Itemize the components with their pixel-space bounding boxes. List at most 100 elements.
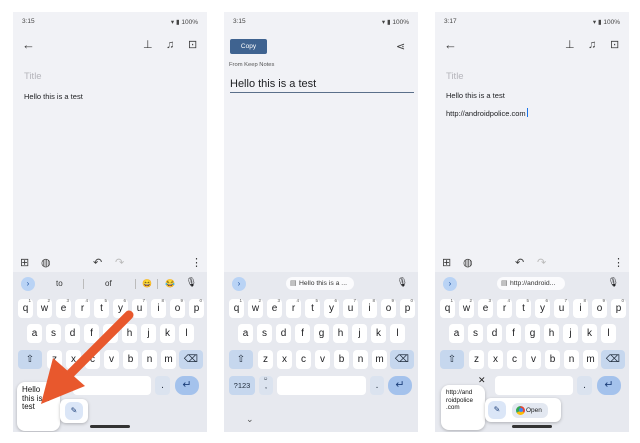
microphone-icon[interactable]: 🎙 bbox=[608, 277, 619, 288]
key-h[interactable]: h bbox=[333, 324, 348, 343]
note-title-placeholder[interactable]: Title bbox=[446, 71, 464, 82]
pin-icon[interactable]: ⊥ bbox=[565, 38, 575, 52]
key-b[interactable]: b bbox=[545, 350, 560, 369]
clipboard-preview-tile[interactable]: http://and roidpolice .com bbox=[441, 385, 485, 430]
key-j[interactable]: j bbox=[352, 324, 367, 343]
key-p[interactable]: p0 bbox=[611, 298, 626, 318]
backspace-icon: ⌫ bbox=[394, 354, 410, 365]
key-u[interactable]: u7 bbox=[343, 298, 358, 318]
archive-icon[interactable]: ⊡ bbox=[610, 38, 619, 52]
key-i[interactable]: i8 bbox=[573, 298, 588, 318]
status-bar: 3:17 ▾ ▮ 100% bbox=[444, 18, 620, 28]
enter-key[interactable]: ↵ bbox=[388, 376, 412, 395]
gboard-keyboard: › ▤ Hello this is a ... 🎙 q1 w2 e3 r4 t5 … bbox=[224, 272, 418, 432]
key-v[interactable]: v bbox=[315, 350, 330, 369]
edit-clip-button[interactable]: ✎ bbox=[488, 401, 506, 419]
key-k[interactable]: k bbox=[371, 324, 386, 343]
shift-key[interactable]: ⇧ bbox=[229, 350, 253, 369]
key-c[interactable]: c bbox=[507, 350, 522, 369]
key-m[interactable]: m bbox=[583, 350, 598, 369]
key-g[interactable]: g bbox=[525, 324, 540, 343]
key-z[interactable]: z bbox=[469, 350, 484, 369]
key-f[interactable]: f bbox=[295, 324, 310, 343]
key-q[interactable]: q1 bbox=[229, 298, 244, 318]
key-l[interactable]: l bbox=[601, 324, 616, 343]
key-n[interactable]: n bbox=[353, 350, 368, 369]
key-o[interactable]: o9 bbox=[381, 298, 396, 318]
key-d[interactable]: d bbox=[487, 324, 502, 343]
expand-chevron-icon[interactable]: › bbox=[443, 277, 457, 291]
hide-keyboard-chevron-icon[interactable]: ⌄ bbox=[246, 412, 254, 426]
key-y[interactable]: y6 bbox=[535, 298, 550, 318]
gboard-keyboard: › ▤ http://android... 🎙 q1 w2 e3 r4 t5 y6… bbox=[435, 272, 629, 432]
copy-button[interactable]: Copy bbox=[230, 39, 267, 54]
key-comma[interactable]: ☺, bbox=[259, 376, 273, 395]
undo-icon[interactable]: ↶ bbox=[515, 256, 524, 270]
key-f[interactable]: f bbox=[506, 324, 521, 343]
key-j[interactable]: j bbox=[563, 324, 578, 343]
key-y[interactable]: y6 bbox=[324, 298, 339, 318]
palette-icon[interactable]: ◍ bbox=[463, 256, 473, 270]
note-body-text[interactable]: Hello this is a test bbox=[446, 91, 505, 100]
key-r[interactable]: r4 bbox=[286, 298, 301, 318]
redo-icon[interactable]: ↷ bbox=[537, 256, 546, 270]
back-arrow-icon[interactable]: ← bbox=[444, 38, 457, 52]
key-i[interactable]: i8 bbox=[362, 298, 377, 318]
open-link-button[interactable]: Open bbox=[512, 402, 548, 418]
key-w[interactable]: w2 bbox=[248, 298, 263, 318]
clipboard-suggestion-chip[interactable]: ▤ Hello this is a ... bbox=[286, 277, 354, 290]
more-options-icon[interactable]: ⋮ bbox=[613, 256, 624, 270]
key-c[interactable]: c bbox=[296, 350, 311, 369]
add-box-icon[interactable]: ⊞ bbox=[442, 256, 451, 270]
reminder-bell-icon[interactable]: ♫ bbox=[588, 38, 596, 52]
shared-text-preview[interactable]: Hello this is a test bbox=[230, 78, 414, 93]
key-u[interactable]: u7 bbox=[554, 298, 569, 318]
key-t[interactable]: t5 bbox=[516, 298, 531, 318]
note-body-url[interactable]: http://androidpolice.com bbox=[446, 108, 528, 118]
key-a[interactable]: a bbox=[449, 324, 464, 343]
key-p[interactable]: p0 bbox=[400, 298, 415, 318]
screen-share-sheet: 3:15 ▾ ▮ 100% Copy ⋖ From Keep Notes Hel… bbox=[224, 12, 418, 432]
key-q[interactable]: q1 bbox=[440, 298, 455, 318]
suggestion-strip: › ▤ Hello this is a ... 🎙 bbox=[224, 276, 418, 292]
screen-keep-note-before: 3:15 ▾ ▮ 100% ← ⊥ ♫ ⊡ Title Hello this i… bbox=[13, 12, 207, 432]
key-z[interactable]: z bbox=[258, 350, 273, 369]
key-x[interactable]: x bbox=[277, 350, 292, 369]
key-e[interactable]: e3 bbox=[478, 298, 493, 318]
key-l[interactable]: l bbox=[390, 324, 405, 343]
key-h[interactable]: h bbox=[544, 324, 559, 343]
key-row-3: ⇧ z x c v b n m ⌫ bbox=[224, 350, 418, 370]
key-g[interactable]: g bbox=[314, 324, 329, 343]
backspace-key[interactable]: ⌫ bbox=[390, 350, 414, 369]
key-t[interactable]: t5 bbox=[305, 298, 320, 318]
key-period[interactable]: . bbox=[577, 376, 592, 395]
key-b[interactable]: b bbox=[334, 350, 349, 369]
key-k[interactable]: k bbox=[582, 324, 597, 343]
key-x[interactable]: x bbox=[488, 350, 503, 369]
share-icon[interactable]: ⋖ bbox=[396, 40, 405, 54]
symbols-key[interactable]: ?123 bbox=[229, 376, 255, 395]
gesture-nav-bar[interactable] bbox=[512, 425, 552, 428]
key-w[interactable]: w2 bbox=[459, 298, 474, 318]
space-bar[interactable] bbox=[277, 376, 366, 395]
key-r[interactable]: r4 bbox=[497, 298, 512, 318]
annotation-arrow bbox=[41, 310, 134, 404]
shift-key[interactable]: ⇧ bbox=[440, 350, 464, 369]
key-d[interactable]: d bbox=[276, 324, 291, 343]
key-n[interactable]: n bbox=[564, 350, 579, 369]
key-e[interactable]: e3 bbox=[267, 298, 282, 318]
expand-chevron-icon[interactable]: › bbox=[232, 277, 246, 291]
key-a[interactable]: a bbox=[238, 324, 253, 343]
key-period[interactable]: . bbox=[370, 376, 384, 395]
backspace-key[interactable]: ⌫ bbox=[601, 350, 625, 369]
enter-key[interactable]: ↵ bbox=[597, 376, 621, 395]
key-o[interactable]: o9 bbox=[592, 298, 607, 318]
key-s[interactable]: s bbox=[468, 324, 483, 343]
key-s[interactable]: s bbox=[257, 324, 272, 343]
clipboard-suggestion-chip[interactable]: ▤ http://android... bbox=[497, 277, 565, 290]
space-bar[interactable] bbox=[495, 376, 573, 395]
key-v[interactable]: v bbox=[526, 350, 541, 369]
microphone-icon[interactable]: 🎙 bbox=[397, 277, 408, 288]
key-row-4: ?123 ☺, . ↵ bbox=[224, 376, 418, 396]
key-m[interactable]: m bbox=[372, 350, 387, 369]
